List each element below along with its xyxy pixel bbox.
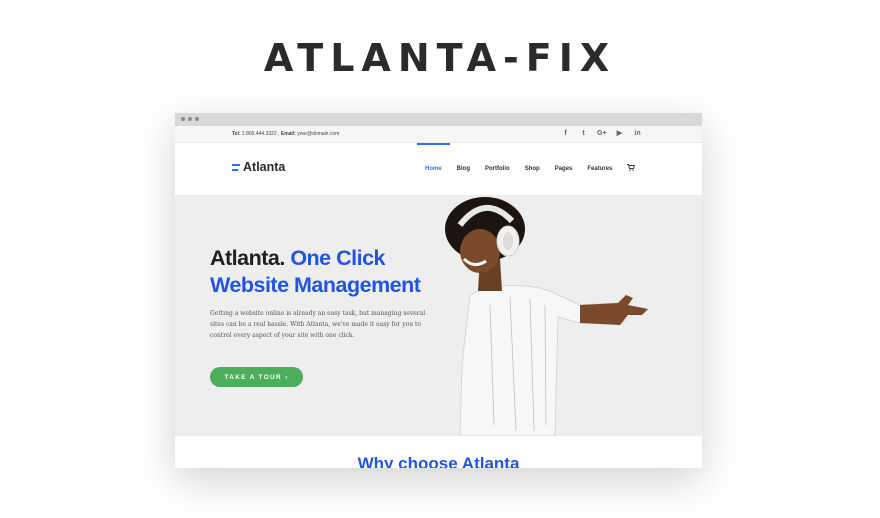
- site-logo[interactable]: Atlanta: [232, 160, 285, 174]
- page-title: ATLANTA-FIX: [263, 36, 617, 80]
- hero-description: Getting a website online is already an e…: [210, 310, 426, 339]
- hero-section: Atlanta. One Click Website Management Ge…: [175, 195, 702, 436]
- linkedin-icon[interactable]: in: [633, 129, 642, 139]
- cart-icon[interactable]: [627, 143, 636, 195]
- email-value[interactable]: your@domain.com: [297, 131, 339, 137]
- twitter-icon[interactable]: t: [579, 129, 588, 139]
- site-header: Atlanta Home Blog Portfolio Shop Pages F…: [175, 143, 702, 195]
- social-links: f t G+ ▶ in: [561, 129, 642, 139]
- nav-item-pages[interactable]: Pages: [555, 143, 573, 195]
- nav-item-home[interactable]: Home: [417, 143, 450, 195]
- nav-item-portfolio[interactable]: Portfolio: [485, 143, 510, 195]
- browser-window: Tel: 1.800.444.3322 , Email: your@domain…: [175, 113, 702, 468]
- hero-title-blue-2: Website Management: [210, 273, 421, 297]
- nav-item-features[interactable]: Features: [587, 143, 612, 195]
- section-heading: Why choose Atlanta: [357, 454, 520, 468]
- contact-info: Tel: 1.800.444.3322 , Email: your@domain…: [232, 131, 339, 137]
- nav-item-blog[interactable]: Blog: [457, 143, 470, 195]
- email-label: Email:: [280, 131, 296, 137]
- take-a-tour-button[interactable]: TAKE A TOUR ›: [210, 367, 303, 387]
- logo-text: Atlanta: [243, 160, 286, 174]
- tel-label: Tel:: [232, 131, 241, 137]
- hero-person-image: [445, 197, 648, 436]
- nav-item-shop[interactable]: Shop: [525, 143, 540, 195]
- window-dot-icon: [181, 117, 185, 121]
- hero-title-dark: Atlanta.: [210, 246, 285, 270]
- facebook-icon[interactable]: f: [561, 129, 570, 139]
- tel-value[interactable]: 1.800.444.3322 ,: [242, 131, 280, 137]
- youtube-icon[interactable]: ▶: [615, 129, 624, 139]
- window-dot-icon: [195, 117, 199, 121]
- logo-mark-icon: [232, 163, 240, 171]
- main-nav: Home Blog Portfolio Shop Pages Features: [417, 143, 636, 195]
- contact-topbar: Tel: 1.800.444.3322 , Email: your@domain…: [175, 126, 702, 143]
- browser-chrome: [175, 113, 702, 126]
- hero-title-blue-1: One Click: [290, 246, 386, 270]
- window-dot-icon: [188, 117, 192, 121]
- hero-heading: Atlanta. One Click Website Management: [210, 245, 421, 299]
- google-plus-icon[interactable]: G+: [597, 129, 607, 139]
